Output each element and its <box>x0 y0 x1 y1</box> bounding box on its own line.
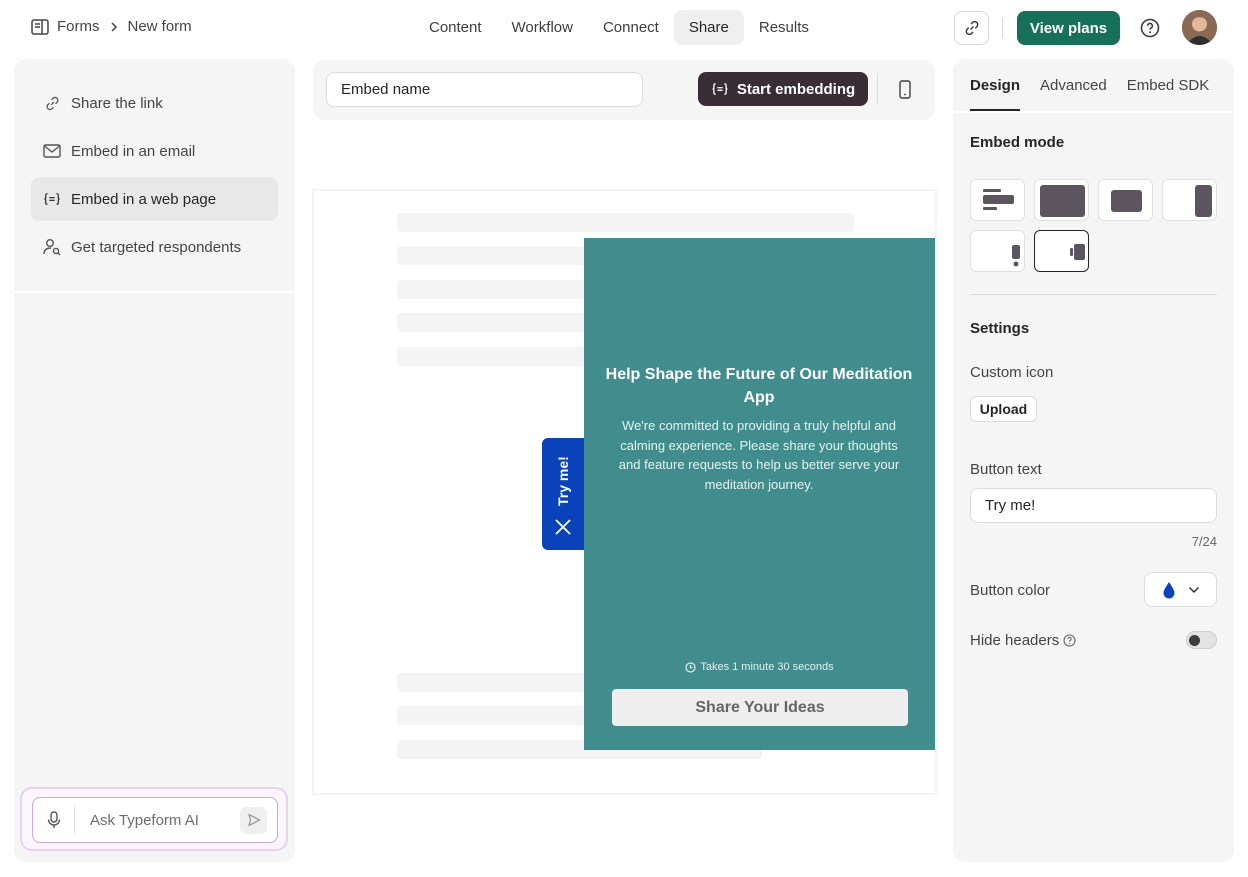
close-icon[interactable] <box>554 518 572 536</box>
ask-ai-input[interactable]: Ask Typeform AI <box>90 812 240 829</box>
mode-popover[interactable] <box>970 230 1025 272</box>
section-divider <box>970 294 1217 295</box>
forms-icon <box>31 18 49 35</box>
mail-icon <box>43 142 61 160</box>
button-text-input[interactable]: Try me! <box>970 488 1217 523</box>
placeholder-line <box>397 213 854 232</box>
link-icon <box>963 19 981 37</box>
chevron-right-icon <box>108 21 120 33</box>
breadcrumb-current[interactable]: New form <box>128 18 192 35</box>
tab-share[interactable]: Share <box>673 10 744 45</box>
share-sidebar: Share the link Embed in an email Embed i… <box>14 59 295 862</box>
sidebar-item-label: Share the link <box>71 94 163 112</box>
sidebar-item-targeted-respondents[interactable]: Get targeted respondents <box>31 225 278 269</box>
settings-tabs: Design Advanced Embed SDK <box>970 59 1209 111</box>
tabs-divider <box>953 111 1234 113</box>
color-drop-icon <box>1162 581 1176 599</box>
tab-embed-sdk[interactable]: Embed SDK <box>1127 59 1210 111</box>
top-bar: Forms New form Content Workflow Connect … <box>0 0 1248 56</box>
view-plans-button[interactable]: View plans <box>1017 11 1120 45</box>
mode-standard[interactable] <box>970 179 1025 221</box>
placeholder-line <box>397 706 587 725</box>
mode-full-page[interactable] <box>1034 179 1089 221</box>
mode-side-tab[interactable] <box>1034 230 1089 272</box>
tab-workflow[interactable]: Workflow <box>497 10 588 45</box>
breadcrumb-forms[interactable]: Forms <box>57 18 100 35</box>
mode-slider[interactable] <box>1162 179 1217 221</box>
button-color-picker[interactable] <box>1144 572 1217 607</box>
form-duration-text: Takes 1 minute 30 seconds <box>700 661 834 673</box>
form-side-panel: Help Shape the Future of Our Meditation … <box>584 238 935 750</box>
hide-headers-label: Hide headers <box>970 632 1060 649</box>
placeholder-line <box>397 673 587 692</box>
info-icon[interactable] <box>1063 634 1076 647</box>
sidebar-item-label: Embed in a web page <box>71 190 217 208</box>
ask-ai-field[interactable]: Ask Typeform AI <box>32 797 278 843</box>
form-title: Help Shape the Future of Our Meditation … <box>605 366 913 406</box>
start-embedding-button[interactable]: Start embedding <box>698 72 868 106</box>
placeholder-line <box>397 313 587 332</box>
embed-preview: Try me! Help Shape the Future of Our Med… <box>312 189 937 795</box>
avatar[interactable] <box>1182 10 1217 45</box>
placeholder-line <box>397 246 587 265</box>
settings-title: Settings <box>970 320 1030 337</box>
hide-headers-row: Hide headers <box>970 632 1076 649</box>
copy-link-button[interactable] <box>954 11 989 45</box>
try-me-label: Try me! <box>555 456 571 506</box>
sidebar-item-share-link[interactable]: Share the link <box>31 81 278 125</box>
breadcrumb: Forms New form <box>31 18 192 35</box>
button-color-label: Button color <box>970 582 1051 599</box>
chevron-down-icon <box>1188 586 1200 594</box>
tab-results[interactable]: Results <box>744 10 824 45</box>
placeholder-line <box>397 347 587 366</box>
button-text-label: Button text <box>970 461 1042 478</box>
share-ideas-button[interactable]: Share Your Ideas <box>612 689 908 726</box>
link-icon <box>43 94 61 112</box>
start-embedding-label: Start embedding <box>736 80 856 98</box>
share-menu: Share the link Embed in an email Embed i… <box>31 81 278 273</box>
placeholder-line <box>397 280 587 299</box>
clock-icon <box>685 661 696 673</box>
tab-connect[interactable]: Connect <box>588 10 674 45</box>
custom-icon-label: Custom icon <box>970 364 1054 381</box>
form-description: We're committed to providing a truly hel… <box>618 418 900 492</box>
upload-button[interactable]: Upload <box>970 396 1037 422</box>
try-me-trigger[interactable]: Try me! <box>542 438 584 550</box>
hide-headers-toggle[interactable] <box>1186 631 1217 649</box>
embed-mode-title: Embed mode <box>970 134 1065 151</box>
mode-popup[interactable] <box>1098 179 1153 221</box>
person-search-icon <box>43 238 61 256</box>
settings-panel: Design Advanced Embed SDK Embed mode Set… <box>953 59 1234 862</box>
tab-content[interactable]: Content <box>414 10 497 45</box>
sidebar-item-embed-web[interactable]: Embed in a web page <box>31 177 278 221</box>
character-counter: 7/24 <box>1191 534 1217 549</box>
ask-ai-box: Ask Typeform AI <box>20 787 288 851</box>
toggle-knob <box>1189 635 1200 646</box>
header-divider <box>1002 18 1003 38</box>
form-duration: Takes 1 minute 30 seconds <box>584 661 935 673</box>
embed-code-icon <box>711 82 729 96</box>
main-nav: Content Workflow Connect Share Results <box>414 10 824 45</box>
microphone-icon[interactable] <box>33 806 75 834</box>
sidebar-item-label: Embed in an email <box>71 142 196 160</box>
mobile-preview-icon[interactable] <box>897 80 913 100</box>
send-icon[interactable] <box>240 806 267 834</box>
toolbar-divider <box>877 73 878 105</box>
embed-toolbar: Embed name Start embedding <box>313 60 935 120</box>
sidebar-item-label: Get targeted respondents <box>71 238 242 256</box>
tab-advanced[interactable]: Advanced <box>1040 59 1107 111</box>
sidebar-item-embed-email[interactable]: Embed in an email <box>31 129 278 173</box>
help-icon[interactable] <box>1139 17 1161 39</box>
tab-design[interactable]: Design <box>970 59 1021 111</box>
embed-name-input[interactable]: Embed name <box>326 72 643 107</box>
sidebar-divider <box>14 291 295 293</box>
embed-code-icon <box>43 190 61 208</box>
